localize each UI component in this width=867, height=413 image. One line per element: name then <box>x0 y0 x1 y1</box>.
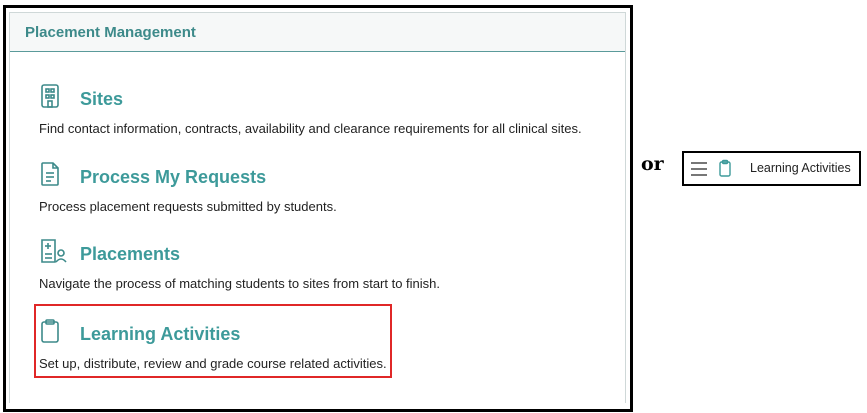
hamburger-menu-icon[interactable] <box>691 162 707 176</box>
building-icon <box>39 83 61 109</box>
placements-link[interactable]: Placements <box>80 244 180 265</box>
clipboard-icon <box>718 159 732 177</box>
process-my-requests-description: Process placement requests submitted by … <box>39 199 337 214</box>
sites-description: Find contact information, contracts, ava… <box>39 121 582 136</box>
process-my-requests-link[interactable]: Process My Requests <box>80 167 266 188</box>
document-icon <box>39 161 61 187</box>
learning-activities-highlight <box>34 304 392 378</box>
alt-nav-item[interactable]: Learning Activities <box>682 151 861 186</box>
alt-nav-label: Learning Activities <box>750 161 851 175</box>
card-header: Placement Management <box>10 13 625 52</box>
placement-person-icon <box>39 238 69 264</box>
placements-description: Navigate the process of matching student… <box>39 276 441 291</box>
placement-management-frame: Placement Management Sites Find contact … <box>3 5 633 412</box>
sites-link[interactable]: Sites <box>80 89 123 110</box>
card-title: Placement Management <box>25 24 196 41</box>
or-separator: or <box>641 153 664 175</box>
